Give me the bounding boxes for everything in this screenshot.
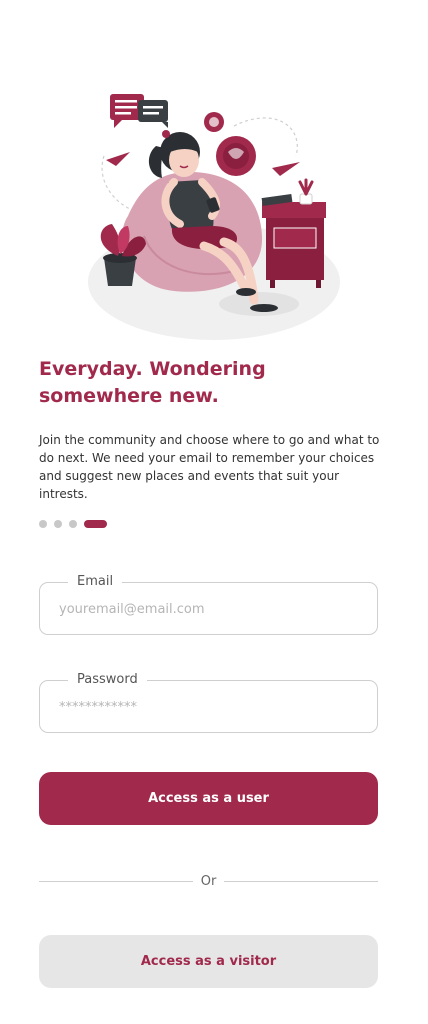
pager-dot-1[interactable] (39, 519, 47, 528)
email-input[interactable] (59, 597, 359, 621)
password-label: Password (68, 671, 147, 689)
email-label: Email (68, 573, 123, 591)
onboarding-headline: Everyday. Wondering somewhere new. (39, 358, 266, 407)
access-as-user-button[interactable]: Access as a user (39, 772, 378, 825)
hero-illustration (88, 94, 340, 340)
password-input[interactable] (59, 695, 359, 719)
or-divider: Or (39, 871, 379, 891)
divider-line-right (224, 880, 379, 882)
pager-dot-4-active[interactable] (84, 519, 107, 528)
onboarding-description: Join the community and choose where to g… (39, 433, 380, 501)
divider-or-label: Or (200, 873, 217, 889)
divider-line-left (39, 880, 193, 882)
pager-dot-3[interactable] (69, 519, 77, 528)
password-field[interactable]: Password (39, 671, 378, 733)
access-as-visitor-button[interactable]: Access as a visitor (39, 935, 378, 988)
pager-dot-2[interactable] (54, 519, 62, 528)
onboarding-pager (39, 519, 107, 528)
email-field[interactable]: Email (39, 573, 378, 635)
